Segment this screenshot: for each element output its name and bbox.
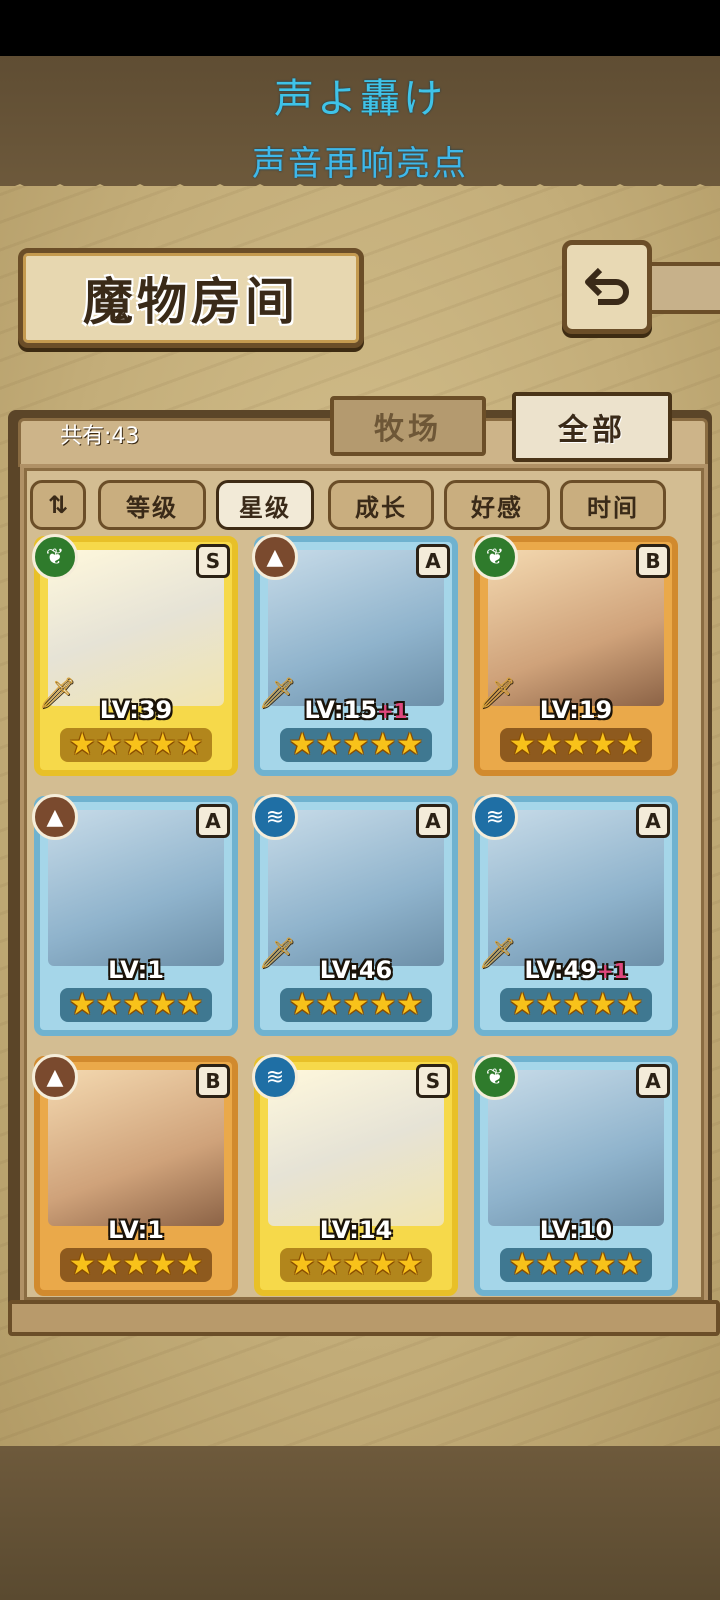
sort-growth-button[interactable]: 成长 [328, 480, 434, 530]
hint-line-1: 声よ轟け [274, 76, 446, 122]
leaf-element-icon: ❦ [32, 534, 78, 580]
water-element-icon: ≋ [252, 794, 298, 840]
star-icons: ★★★★★ [508, 987, 644, 1022]
rank-badge: S [196, 544, 230, 578]
monster-count: 共有:43 [60, 424, 140, 449]
level-label: LV:14 [254, 1216, 458, 1244]
rank-badge: S [416, 1064, 450, 1098]
level-label: LV:39 [34, 696, 238, 724]
status-bar [0, 0, 720, 56]
star-icons: ★★★★★ [288, 727, 424, 762]
star-icons: ★★★★★ [508, 727, 644, 762]
star-icons: ★★★★★ [68, 727, 204, 762]
tab-all[interactable]: 全部 [512, 392, 672, 462]
rank-badge: A [636, 1064, 670, 1098]
level-value: LV:39 [99, 696, 173, 724]
rank-badge: A [636, 804, 670, 838]
monster-card[interactable]: ≋ S LV:14 ★★★★★ [252, 1054, 458, 1296]
leaf-element-icon: ❦ [472, 534, 518, 580]
tab-ranch[interactable]: 牧场 [330, 396, 486, 456]
star-icons: ★★★★★ [508, 1247, 644, 1282]
monster-card[interactable]: ▲ A 🗡 LV:15+1 ★★★★★ [252, 534, 458, 776]
level-value: LV:19 [539, 696, 613, 724]
star-rating: ★★★★★ [500, 1248, 652, 1282]
rank-badge: A [196, 804, 230, 838]
rank-badge: A [416, 544, 450, 578]
level-value: LV:46 [319, 956, 393, 984]
hint-line-2: 声音再响亮点 [252, 144, 468, 184]
level-value: LV:15 [304, 696, 377, 724]
star-rating: ★★★★★ [280, 988, 432, 1022]
monster-card[interactable]: ❦ S 🗡 LV:39 ★★★★★ [32, 534, 238, 776]
level-label: LV:1 [34, 1216, 238, 1244]
star-icons: ★★★★★ [68, 987, 204, 1022]
monster-card[interactable]: ≋ A 🗡 LV:46 ★★★★★ [252, 794, 458, 1036]
earth-element-icon: ▲ [32, 1054, 78, 1100]
earth-element-icon: ▲ [32, 794, 78, 840]
page-title: 魔物房间 [83, 273, 299, 331]
star-icons: ★★★★★ [68, 1247, 204, 1282]
rank-badge: A [416, 804, 450, 838]
star-rating: ★★★★★ [500, 988, 652, 1022]
map-band-bottom [0, 1446, 720, 1600]
level-value: LV:1 [108, 1216, 164, 1244]
rank-badge: B [196, 1064, 230, 1098]
return-arrow-icon [585, 267, 629, 305]
star-rating: ★★★★★ [280, 1248, 432, 1282]
level-label: LV:15+1 [254, 696, 458, 724]
monster-card[interactable]: ≋ A 🗡 LV:49+1 ★★★★★ [472, 794, 678, 1036]
level-label: LV:49+1 [474, 956, 678, 984]
panel-bottom-rail [8, 1300, 720, 1336]
star-rating: ★★★★★ [60, 988, 212, 1022]
star-rating: ★★★★★ [60, 728, 212, 762]
level-label: LV:10 [474, 1216, 678, 1244]
level-label: LV:46 [254, 956, 458, 984]
level-bonus: +1 [376, 699, 408, 723]
level-value: LV:49 [524, 956, 597, 984]
level-value: LV:1 [108, 956, 164, 984]
sort-level-button[interactable]: 等级 [98, 480, 206, 530]
monster-card[interactable]: ▲ B LV:1 ★★★★★ [32, 1054, 238, 1296]
sort-bar: 等级 星级 成长 好感 时间 [30, 480, 680, 530]
water-element-icon: ≋ [252, 1054, 298, 1100]
monster-card[interactable]: ❦ A LV:10 ★★★★★ [472, 1054, 678, 1296]
sort-time-button[interactable]: 时间 [560, 480, 666, 530]
star-icons: ★★★★★ [288, 987, 424, 1022]
star-rating: ★★★★★ [60, 1248, 212, 1282]
sort-affection-button[interactable]: 好感 [444, 480, 550, 530]
back-button[interactable] [562, 240, 652, 334]
star-rating: ★★★★★ [280, 728, 432, 762]
star-icons: ★★★★★ [288, 1247, 424, 1282]
leaf-element-icon: ❦ [472, 1054, 518, 1100]
water-element-icon: ≋ [472, 794, 518, 840]
level-value: LV:10 [539, 1216, 613, 1244]
earth-element-icon: ▲ [252, 534, 298, 580]
level-label: LV:19 [474, 696, 678, 724]
monster-card[interactable]: ❦ B 🗡 LV:19 ★★★★★ [472, 534, 678, 776]
monster-card[interactable]: ▲ A LV:1 ★★★★★ [32, 794, 238, 1036]
rank-badge: B [636, 544, 670, 578]
level-label: LV:1 [34, 956, 238, 984]
star-rating: ★★★★★ [500, 728, 652, 762]
sort-star-button[interactable]: 星级 [216, 480, 314, 530]
page-title-plate: 魔物房间 [18, 248, 364, 348]
level-value: LV:14 [319, 1216, 393, 1244]
level-bonus: +1 [596, 959, 628, 983]
